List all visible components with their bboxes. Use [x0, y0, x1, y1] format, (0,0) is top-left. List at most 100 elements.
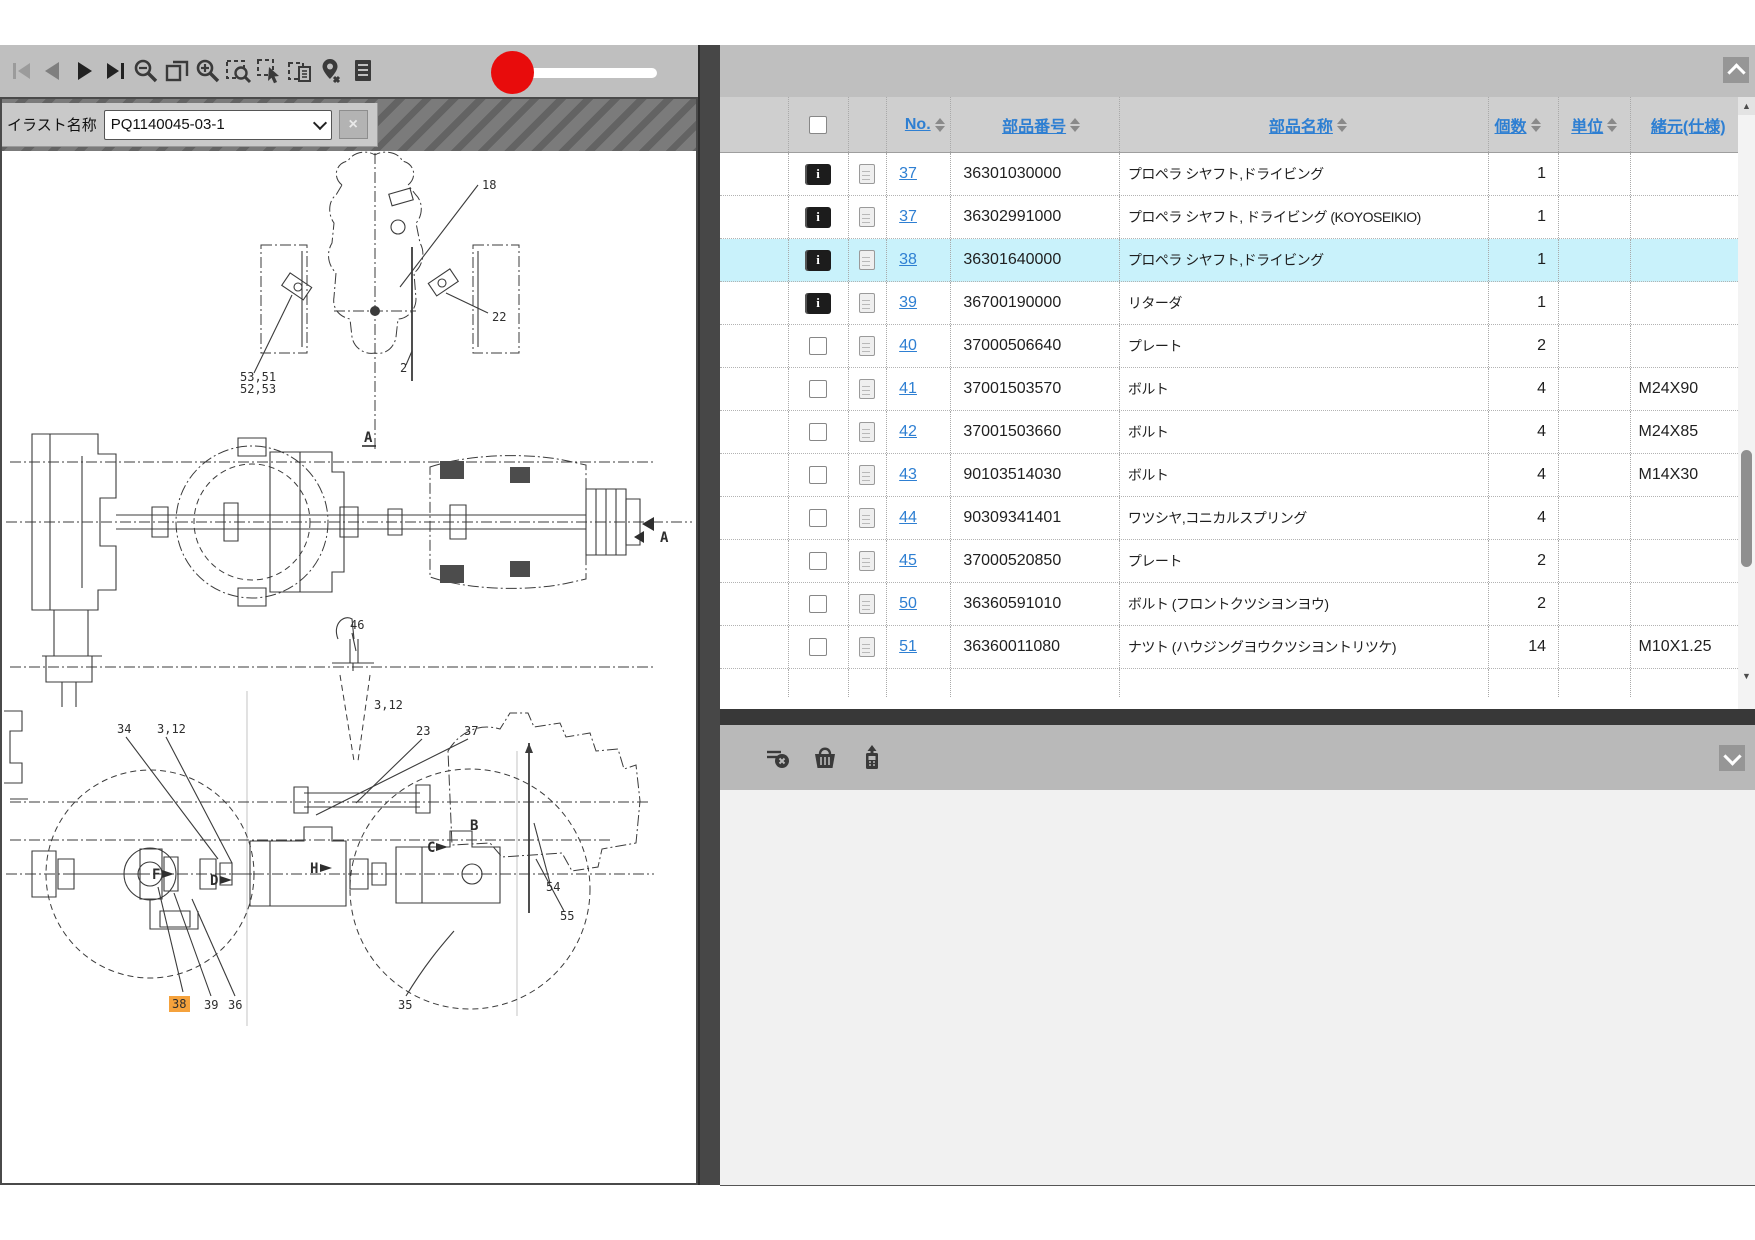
table-row[interactable]: i3936700190000リターダ1 — [720, 282, 1738, 325]
table-row[interactable]: i3736301030000プロペラ シヤフト,ドライビング1 — [720, 153, 1738, 196]
drawing-label[interactable]: 36 — [228, 998, 242, 1012]
sort-icon[interactable] — [935, 118, 945, 132]
info-icon[interactable]: i — [805, 250, 831, 271]
go-last-button[interactable] — [99, 51, 130, 91]
memo-icon[interactable] — [859, 293, 875, 313]
go-first-button[interactable] — [6, 51, 37, 91]
drawing-label[interactable]: 3,12 — [374, 698, 403, 712]
memo-icon[interactable] — [859, 207, 875, 227]
table-row[interactable]: 4037000506640プレート2 — [720, 325, 1738, 368]
row-checkbox[interactable] — [809, 552, 827, 570]
memo-icon[interactable] — [859, 164, 875, 184]
zoom-out-button[interactable] — [130, 51, 161, 91]
row-checkbox[interactable] — [809, 380, 827, 398]
drawing-label[interactable]: A — [660, 530, 669, 546]
part-no-link[interactable]: 42 — [899, 423, 917, 441]
memo-icon[interactable] — [859, 551, 875, 571]
table-row[interactable]: i3736302991000プロペラ シヤフト, ドライビング (KOYOSEI… — [720, 196, 1738, 239]
drawing-label[interactable]: 52,53 — [240, 382, 276, 396]
header-quantity[interactable]: 個数 — [1488, 97, 1558, 152]
drawing-label[interactable]: 3,12 — [157, 722, 186, 736]
row-checkbox[interactable] — [809, 638, 827, 656]
drawing-label[interactable]: 46 — [350, 618, 364, 632]
part-no-link[interactable]: 37 — [899, 165, 917, 183]
part-no-link[interactable]: 41 — [899, 380, 917, 398]
drawing-label[interactable]: H — [310, 861, 318, 877]
drawing-label[interactable]: 39 — [204, 998, 218, 1012]
drawing-label[interactable]: 55 — [560, 909, 574, 923]
row-checkbox[interactable] — [809, 423, 827, 441]
locate-part-button[interactable] — [316, 51, 347, 91]
drawing-label[interactable]: 54 — [546, 880, 560, 894]
sort-icon[interactable] — [1070, 118, 1080, 132]
memo-icon[interactable] — [859, 508, 875, 528]
row-checkbox[interactable] — [809, 337, 827, 355]
drawing-label[interactable]: 22 — [492, 310, 506, 324]
drawing-label[interactable]: 2 — [400, 361, 407, 375]
zoom-slider-handle[interactable] — [491, 51, 534, 94]
illustration-canvas[interactable]: 182253,5152,532AA463,12343,122337BCHDF54… — [2, 151, 696, 1183]
drawing-label[interactable]: F — [152, 867, 160, 883]
memo-icon[interactable] — [859, 465, 875, 485]
zoom-area-button[interactable] — [223, 51, 254, 91]
clear-selection-button[interactable] — [762, 738, 793, 778]
header-part-name[interactable]: 部品名称 — [1119, 97, 1488, 152]
info-icon[interactable]: i — [805, 164, 831, 185]
copy-region-button[interactable] — [285, 51, 316, 91]
part-no-link[interactable]: 45 — [899, 552, 917, 570]
add-to-basket-button[interactable] — [809, 738, 840, 778]
vertical-scroll-thumb[interactable] — [1741, 450, 1752, 567]
sort-icon[interactable] — [1337, 118, 1347, 132]
drawing-label[interactable]: C — [427, 840, 435, 856]
close-illustration-button[interactable]: × — [339, 110, 368, 139]
table-row[interactable]: 5136360011080ナツト (ハウジングヨウクツシヨントリツケ)14M10… — [720, 626, 1738, 669]
row-checkbox[interactable] — [809, 595, 827, 613]
part-no-link[interactable]: 38 — [899, 251, 917, 269]
part-no-link[interactable]: 44 — [899, 509, 917, 527]
header-no[interactable]: No. — [886, 97, 950, 152]
sort-icon[interactable] — [1531, 118, 1541, 132]
header-unit[interactable]: 単位 — [1558, 97, 1630, 152]
drawing-label[interactable]: D — [210, 873, 218, 889]
memo-icon[interactable] — [859, 250, 875, 270]
part-no-link[interactable]: 51 — [899, 638, 917, 656]
info-icon[interactable]: i — [805, 293, 831, 314]
collapse-table-button[interactable] — [1723, 57, 1749, 83]
drawing-label[interactable]: 37 — [464, 724, 478, 738]
part-no-link[interactable]: 43 — [899, 466, 917, 484]
drawing-label[interactable]: 38 — [172, 997, 186, 1011]
zoom-in-button[interactable] — [192, 51, 223, 91]
scroll-down-button[interactable]: ▼ — [1738, 667, 1755, 685]
part-no-link[interactable]: 40 — [899, 337, 917, 355]
table-row[interactable]: 4490309341401ワツシヤ,コニカルスプリング4 — [720, 497, 1738, 540]
fit-page-button[interactable] — [161, 51, 192, 91]
table-row[interactable]: i3836301640000プロペラ シヤフト,ドライビング1 — [720, 239, 1738, 282]
drawing-label[interactable]: A — [364, 430, 373, 446]
memo-icon[interactable] — [859, 422, 875, 442]
table-row[interactable]: 4390103514030ボルト4M14X30 — [720, 454, 1738, 497]
illustration-select[interactable]: PQ1140045-03-1 — [104, 110, 332, 140]
select-all-checkbox[interactable] — [809, 116, 827, 134]
memo-icon[interactable] — [859, 336, 875, 356]
send-to-device-button[interactable] — [856, 738, 887, 778]
drawing-label[interactable]: 34 — [117, 722, 131, 736]
header-part-number[interactable]: 部品番号 — [950, 97, 1118, 152]
drawing-label[interactable]: 35 — [398, 998, 412, 1012]
info-icon[interactable]: i — [805, 207, 831, 228]
collapse-detail-button[interactable] — [1719, 745, 1745, 771]
part-no-link[interactable]: 37 — [899, 208, 917, 226]
row-checkbox[interactable] — [809, 466, 827, 484]
table-row[interactable]: 4237001503660ボルト4M24X85 — [720, 411, 1738, 454]
part-no-link[interactable]: 50 — [899, 595, 917, 613]
part-no-link[interactable]: 39 — [899, 294, 917, 312]
table-row[interactable]: 4537000520850プレート2 — [720, 540, 1738, 583]
drawing-label[interactable]: 18 — [482, 178, 496, 192]
memo-icon[interactable] — [859, 379, 875, 399]
sort-icon[interactable] — [1607, 118, 1617, 132]
header-spec[interactable]: 緒元(仕様) — [1630, 97, 1738, 152]
go-previous-button[interactable] — [37, 51, 68, 91]
scroll-up-button[interactable]: ▲ — [1738, 97, 1755, 115]
go-next-button[interactable] — [68, 51, 99, 91]
select-area-button[interactable] — [254, 51, 285, 91]
drawing-label[interactable]: B — [470, 818, 478, 834]
